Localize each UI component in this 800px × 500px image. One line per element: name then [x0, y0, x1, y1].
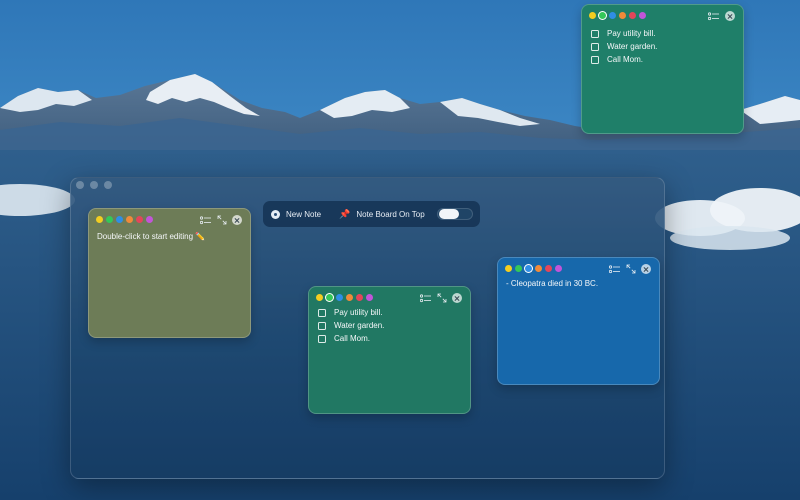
- list-item: Pay utility bill.: [591, 27, 735, 40]
- checkbox[interactable]: [318, 308, 326, 317]
- note-board-on-top-control[interactable]: 📌 Note Board On Top: [339, 208, 425, 219]
- list-item-text: Call Mom.: [334, 334, 371, 343]
- color-picker[interactable]: [96, 216, 153, 223]
- checklist: Pay utility bill. Water garden. Call Mom…: [318, 306, 462, 345]
- color-blue-dot[interactable]: [336, 294, 343, 301]
- checklist-icon[interactable]: [200, 215, 212, 225]
- expand-icon[interactable]: [217, 215, 227, 225]
- color-orange-dot[interactable]: [619, 12, 626, 19]
- window-zoom-button[interactable]: [104, 181, 112, 189]
- note-blue[interactable]: - Cleopatra died in 30 BC.: [497, 257, 660, 385]
- board-toolbar: New Note 📌 Note Board On Top: [263, 201, 480, 227]
- list-item: Water garden.: [318, 319, 462, 332]
- list-item-text: Pay utility bill.: [334, 308, 383, 317]
- note-green[interactable]: Pay utility bill. Water garden. Call Mom…: [308, 286, 471, 414]
- window-minimize-button[interactable]: [90, 181, 98, 189]
- checklist-icon[interactable]: [708, 11, 720, 21]
- checkbox[interactable]: [318, 334, 326, 343]
- checkbox[interactable]: [591, 42, 599, 51]
- expand-icon[interactable]: [626, 264, 636, 274]
- checklist-icon[interactable]: [420, 293, 432, 303]
- close-icon[interactable]: [232, 215, 242, 225]
- checklist: Pay utility bill. Water garden. Call Mom…: [591, 27, 735, 66]
- color-purple-dot[interactable]: [146, 216, 153, 223]
- color-yellow-dot[interactable]: [96, 216, 103, 223]
- color-green-dot[interactable]: [599, 12, 606, 19]
- color-blue-dot[interactable]: [116, 216, 123, 223]
- list-item-text: Water garden.: [334, 321, 385, 330]
- color-purple-dot[interactable]: [366, 294, 373, 301]
- color-yellow-dot[interactable]: [316, 294, 323, 301]
- note-text: Double-click to start editing ✏️: [97, 232, 206, 241]
- new-note-icon: [271, 209, 280, 219]
- pin-icon: 📌: [339, 208, 351, 219]
- checklist-icon[interactable]: [609, 264, 621, 274]
- toggle-knob: [438, 209, 459, 219]
- close-icon[interactable]: [641, 264, 651, 274]
- list-item-text: Water garden.: [607, 42, 658, 51]
- color-red-dot[interactable]: [629, 12, 636, 19]
- checkbox[interactable]: [318, 321, 326, 330]
- color-yellow-dot[interactable]: [505, 265, 512, 272]
- close-icon[interactable]: [725, 11, 735, 21]
- color-picker[interactable]: [316, 294, 373, 301]
- color-picker[interactable]: [505, 265, 562, 272]
- color-purple-dot[interactable]: [639, 12, 646, 19]
- color-green-dot[interactable]: [515, 265, 522, 272]
- color-purple-dot[interactable]: [555, 265, 562, 272]
- expand-icon[interactable]: [437, 293, 447, 303]
- new-note-button[interactable]: New Note: [271, 209, 322, 219]
- list-item: Call Mom.: [591, 53, 735, 66]
- on-top-toggle[interactable]: [436, 208, 473, 220]
- window-controls: [76, 181, 112, 189]
- checkbox[interactable]: [591, 55, 599, 64]
- color-orange-dot[interactable]: [346, 294, 353, 301]
- floating-note[interactable]: Pay utility bill. Water garden. Call Mom…: [581, 4, 744, 134]
- checkbox[interactable]: [591, 29, 599, 38]
- note-olive[interactable]: Double-click to start editing ✏️: [88, 208, 251, 338]
- color-red-dot[interactable]: [136, 216, 143, 223]
- color-orange-dot[interactable]: [126, 216, 133, 223]
- color-red-dot[interactable]: [356, 294, 363, 301]
- color-blue-dot[interactable]: [525, 265, 532, 272]
- on-top-label: Note Board On Top: [356, 209, 425, 219]
- list-item-text: Pay utility bill.: [607, 29, 656, 38]
- list-item: Pay utility bill.: [318, 306, 462, 319]
- color-picker[interactable]: [589, 12, 646, 19]
- note-text-area[interactable]: Double-click to start editing ✏️: [97, 231, 242, 243]
- color-orange-dot[interactable]: [535, 265, 542, 272]
- list-item: Water garden.: [591, 40, 735, 53]
- window-close-button[interactable]: [76, 181, 84, 189]
- color-blue-dot[interactable]: [609, 12, 616, 19]
- color-green-dot[interactable]: [326, 294, 333, 301]
- new-note-label: New Note: [286, 209, 322, 219]
- color-yellow-dot[interactable]: [589, 12, 596, 19]
- close-icon[interactable]: [452, 293, 462, 303]
- note-text-area[interactable]: - Cleopatra died in 30 BC.: [506, 278, 651, 290]
- color-green-dot[interactable]: [106, 216, 113, 223]
- list-item: Call Mom.: [318, 332, 462, 345]
- note-text: - Cleopatra died in 30 BC.: [506, 279, 599, 288]
- list-item-text: Call Mom.: [607, 55, 644, 64]
- color-red-dot[interactable]: [545, 265, 552, 272]
